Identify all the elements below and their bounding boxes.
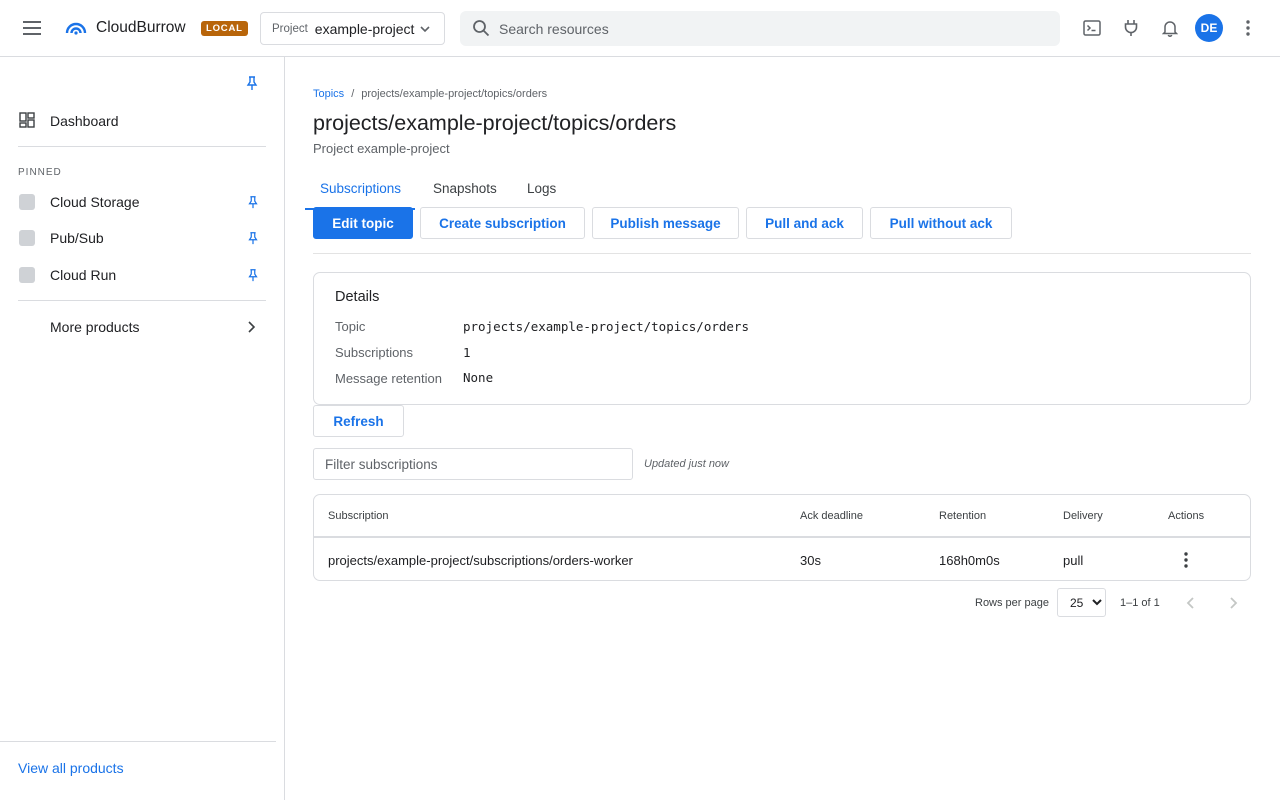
sidebar-item-label: Cloud Storage <box>50 194 140 210</box>
chevron-right-icon <box>245 320 257 334</box>
cloud-arc-logo-icon[interactable] <box>64 16 88 40</box>
subscriptions-table: Subscription Ack deadline Retention Deli… <box>313 494 1251 581</box>
pin-icon[interactable] <box>246 195 260 209</box>
user-avatar[interactable]: DE <box>1195 14 1223 42</box>
sidebar: Dashboard PINNED Cloud Storage Pub/Sub C… <box>0 57 285 800</box>
sidebar-item-pubsub[interactable]: Pub/Sub <box>0 223 284 253</box>
page-subtitle: Project example-project <box>313 141 450 156</box>
column-header-delivery[interactable]: Delivery <box>1063 510 1103 522</box>
product-icon <box>19 194 35 210</box>
search-bar[interactable] <box>460 11 1060 46</box>
next-page-icon[interactable] <box>1224 594 1242 612</box>
terminal-icon[interactable] <box>1081 17 1103 39</box>
sidebar-item-more-products[interactable]: More products <box>0 312 284 342</box>
breadcrumb-separator: / <box>351 88 355 100</box>
search-icon <box>472 19 491 38</box>
breadcrumb-link-topics[interactable]: Topics <box>313 88 344 100</box>
edit-topic-button[interactable]: Edit topic <box>313 207 413 239</box>
chevron-down-icon <box>418 22 432 36</box>
cell-delivery: pull <box>1063 553 1084 568</box>
project-selector[interactable]: Project example-project <box>260 12 445 45</box>
detail-value-retention: None <box>463 370 494 385</box>
detail-value-topic: projects/example-project/topics/orders <box>463 319 749 334</box>
cell-subscription[interactable]: projects/example-project/subscriptions/o… <box>328 553 633 568</box>
environment-badge: LOCAL <box>201 21 248 36</box>
tab-logs[interactable]: Logs <box>527 181 556 196</box>
details-card: Details Topic projects/example-project/t… <box>313 272 1251 405</box>
more-vert-icon[interactable] <box>1237 17 1259 39</box>
sidebar-divider <box>18 146 266 147</box>
detail-label-retention: Message retention <box>335 371 442 386</box>
pin-icon[interactable] <box>246 268 260 282</box>
tab-snapshots[interactable]: Snapshots <box>433 181 497 196</box>
main-content: Topics / projects/example-project/topics… <box>285 57 1280 800</box>
pull-without-ack-button[interactable]: Pull without ack <box>870 207 1012 239</box>
rows-per-page-label: Rows per page <box>975 597 1049 609</box>
top-app-bar: CloudBurrow LOCAL Project example-projec… <box>0 0 1280 57</box>
bell-icon[interactable] <box>1159 17 1181 39</box>
row-actions-menu-icon[interactable] <box>1176 550 1196 570</box>
sidebar-item-cloud-storage[interactable]: Cloud Storage <box>0 187 284 217</box>
cell-retention: 168h0m0s <box>939 553 1000 568</box>
sidebar-item-label: Dashboard <box>50 113 119 129</box>
product-icon <box>19 230 35 246</box>
sidebar-item-dashboard[interactable]: Dashboard <box>0 106 284 136</box>
details-heading: Details <box>335 289 380 305</box>
pin-sidebar-icon[interactable] <box>244 75 260 91</box>
view-all-products-link[interactable]: View all products <box>18 760 124 776</box>
previous-page-icon[interactable] <box>1182 594 1200 612</box>
cell-ack-deadline: 30s <box>800 553 821 568</box>
column-header-retention[interactable]: Retention <box>939 510 986 522</box>
detail-value-subscriptions: 1 <box>463 345 471 360</box>
publish-message-button[interactable]: Publish message <box>592 207 739 239</box>
create-subscription-button[interactable]: Create subscription <box>420 207 585 239</box>
rows-per-page-select[interactable]: 25 <box>1057 588 1106 617</box>
plug-icon[interactable] <box>1120 17 1142 39</box>
pinned-heading: PINNED <box>18 167 62 178</box>
filter-subscriptions-input[interactable] <box>313 448 633 480</box>
sidebar-item-label: Cloud Run <box>50 267 117 283</box>
pull-and-ack-button[interactable]: Pull and ack <box>746 207 863 239</box>
page-title: projects/example-project/topics/orders <box>313 111 677 135</box>
detail-label-topic: Topic <box>335 319 366 334</box>
column-header-subscription[interactable]: Subscription <box>328 510 389 522</box>
pin-icon[interactable] <box>246 231 260 245</box>
updated-status: Updated just now <box>644 458 729 470</box>
detail-label-subscriptions: Subscriptions <box>335 345 414 360</box>
hamburger-menu-icon[interactable] <box>20 16 44 40</box>
breadcrumb: Topics / projects/example-project/topics… <box>313 88 547 100</box>
brand-name[interactable]: CloudBurrow <box>96 19 186 37</box>
pagination-range: 1–1 of 1 <box>1120 597 1160 609</box>
sidebar-divider <box>18 300 266 301</box>
project-selector-label: Project <box>272 22 308 35</box>
section-divider <box>313 253 1251 254</box>
dashboard-icon <box>19 112 35 128</box>
column-header-ack-deadline[interactable]: Ack deadline <box>800 510 863 522</box>
sidebar-item-cloud-run[interactable]: Cloud Run <box>0 260 284 290</box>
search-input[interactable] <box>499 11 1039 46</box>
sidebar-item-label: More products <box>50 319 140 335</box>
product-icon <box>19 267 35 283</box>
sidebar-item-label: Pub/Sub <box>50 230 104 246</box>
column-header-actions: Actions <box>1168 510 1205 522</box>
breadcrumb-current: projects/example-project/topics/orders <box>361 88 548 100</box>
sidebar-divider <box>0 741 276 742</box>
tab-subscriptions[interactable]: Subscriptions <box>320 181 401 196</box>
project-selector-value: example-project <box>314 20 415 37</box>
refresh-button[interactable]: Refresh <box>313 405 404 437</box>
table-header-row: Subscription Ack deadline Retention Deli… <box>314 495 1250 538</box>
